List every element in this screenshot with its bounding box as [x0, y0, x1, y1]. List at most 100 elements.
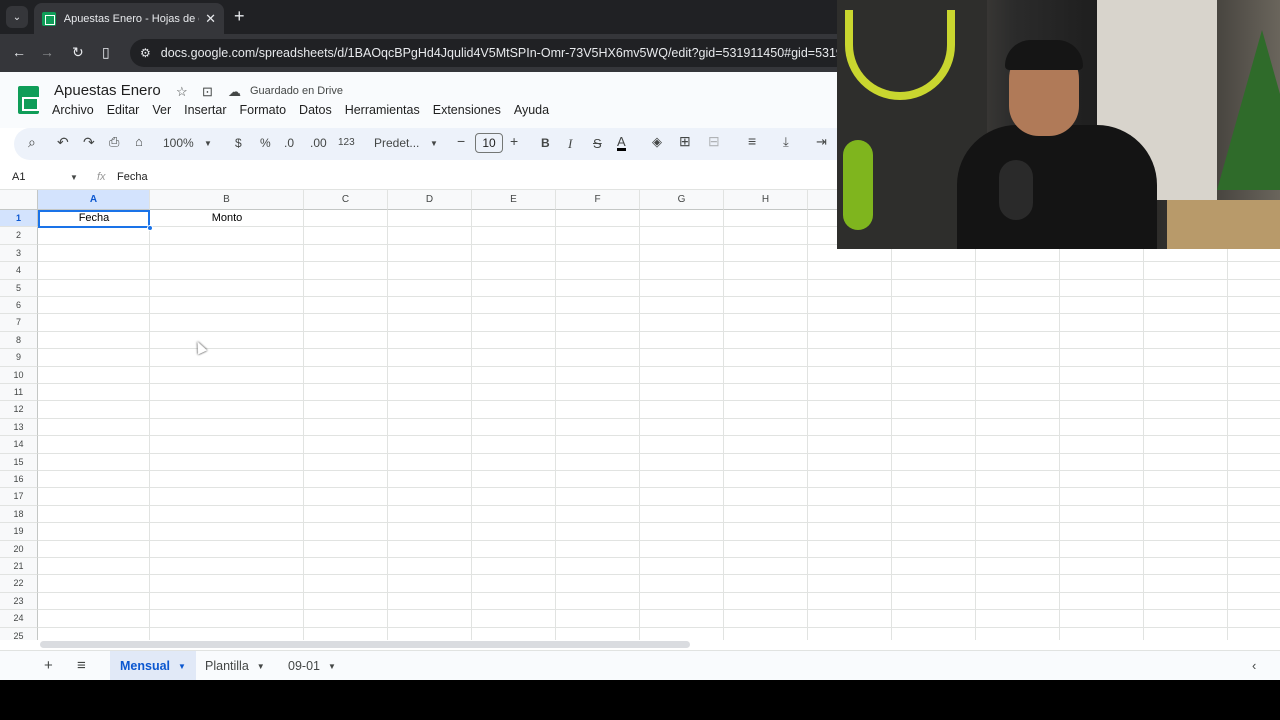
row-header-9[interactable]: 9 — [0, 349, 38, 367]
sheet-tab-mensual[interactable]: Mensual ▼ — [110, 651, 196, 681]
menu-formato[interactable]: Formato — [240, 103, 287, 117]
column-header-c[interactable]: C — [304, 190, 388, 210]
row-header-4[interactable]: 4 — [0, 262, 38, 280]
row-header-24[interactable]: 24 — [0, 610, 38, 628]
decrease-font-size-icon[interactable]: − — [457, 133, 465, 149]
tab-search-button[interactable]: ⌄ — [6, 6, 28, 28]
menu-datos[interactable]: Datos — [299, 103, 332, 117]
sheets-logo-icon[interactable] — [18, 86, 39, 114]
row-header-15[interactable]: 15 — [0, 453, 38, 471]
name-box-chevron-down-icon[interactable]: ▼ — [70, 173, 78, 182]
font-select[interactable]: Predet... — [374, 136, 419, 150]
row-header-18[interactable]: 18 — [0, 505, 38, 524]
address-bar[interactable]: ⚙ docs.google.com/spreadsheets/d/1BAOqcB… — [130, 39, 870, 67]
name-box[interactable]: A1 — [12, 171, 25, 183]
row-header-7[interactable]: 7 — [0, 314, 38, 332]
zoom-chevron-down-icon[interactable]: ▼ — [204, 139, 212, 148]
row-header-13[interactable]: 13 — [0, 418, 38, 437]
menu-archivo[interactable]: Archivo — [52, 103, 94, 117]
redo-icon[interactable]: ↷ — [83, 134, 95, 151]
row-header-6[interactable]: 6 — [0, 297, 38, 315]
browser-tab[interactable]: Apuestas Enero - Hojas de cálc ✕ — [34, 3, 224, 34]
row-header-5[interactable]: 5 — [0, 279, 38, 297]
select-all-corner[interactable] — [0, 190, 38, 210]
document-title[interactable]: Apuestas Enero — [54, 82, 161, 99]
column-header-b[interactable]: B — [150, 190, 304, 210]
chevron-down-icon[interactable]: ▼ — [178, 662, 186, 671]
column-header-e[interactable]: E — [472, 190, 556, 210]
move-folder-icon[interactable]: ⊡ — [202, 84, 213, 100]
row-header-16[interactable]: 16 — [0, 471, 38, 489]
formula-input[interactable]: Fecha — [117, 171, 148, 183]
text-color-icon[interactable]: A — [617, 135, 626, 151]
chevron-left-icon[interactable]: ‹ — [1252, 658, 1256, 673]
decrease-decimal-button[interactable]: .0 — [284, 136, 294, 150]
row-header-14[interactable]: 14 — [0, 436, 38, 454]
merge-cells-icon[interactable]: ⊟ — [708, 133, 720, 150]
search-icon[interactable]: ⌕ — [28, 134, 36, 151]
bold-button[interactable]: B — [541, 136, 550, 150]
row-header-19[interactable]: 19 — [0, 523, 38, 541]
row-header-2[interactable]: 2 — [0, 227, 38, 245]
row-header-20[interactable]: 20 — [0, 540, 38, 558]
font-size-input[interactable]: 10 — [475, 133, 503, 153]
column-header-a[interactable]: A — [38, 190, 150, 210]
row-header-10[interactable]: 10 — [0, 366, 38, 384]
number-format-button[interactable]: 123 — [338, 137, 355, 148]
fill-handle[interactable] — [147, 225, 153, 231]
font-chevron-down-icon[interactable]: ▼ — [430, 139, 438, 148]
split-view-icon[interactable]: ▯ — [102, 44, 110, 61]
row-header-21[interactable]: 21 — [0, 558, 38, 576]
print-icon[interactable]: ⎙ — [109, 134, 119, 150]
back-icon[interactable]: ← — [12, 44, 26, 60]
new-tab-button[interactable]: + — [234, 7, 245, 25]
menu-insertar[interactable]: Insertar — [184, 103, 226, 117]
column-header-f[interactable]: F — [556, 190, 640, 210]
strikethrough-icon[interactable]: S — [593, 136, 602, 151]
increase-decimal-button[interactable]: .00 — [310, 136, 327, 150]
row-header-1[interactable]: 1 — [0, 210, 38, 228]
fill-color-icon[interactable]: ◈ — [652, 134, 662, 150]
star-icon[interactable]: ☆ — [176, 84, 188, 100]
column-header-g[interactable]: G — [640, 190, 724, 210]
close-tab-icon[interactable]: ✕ — [205, 11, 216, 27]
row-header-12[interactable]: 12 — [0, 401, 38, 419]
chevron-down-icon[interactable]: ▼ — [257, 662, 265, 671]
menu-editar[interactable]: Editar — [107, 103, 140, 117]
currency-format-button[interactable]: $ — [235, 136, 242, 150]
reload-icon[interactable]: ↻ — [72, 44, 84, 61]
align-vertical-icon[interactable]: ⤓ — [783, 134, 789, 150]
row-header-23[interactable]: 23 — [0, 592, 38, 611]
zoom-select[interactable]: 100% — [163, 136, 194, 150]
row-header-3[interactable]: 3 — [0, 244, 38, 263]
cell-b1[interactable]: Monto — [150, 212, 304, 224]
row-header-22[interactable]: 22 — [0, 575, 38, 593]
horizontal-scrollbar[interactable] — [40, 641, 690, 648]
sheet-tab-09-01[interactable]: 09-01 ▼ — [278, 651, 346, 681]
borders-icon[interactable]: ⊞ — [679, 133, 691, 150]
undo-icon[interactable]: ↶ — [57, 134, 69, 151]
sheet-tab-plantilla[interactable]: Plantilla ▼ — [195, 651, 275, 681]
add-sheet-icon[interactable]: + — [44, 657, 53, 674]
menu-ayuda[interactable]: Ayuda — [514, 103, 549, 117]
italic-button[interactable]: I — [568, 136, 572, 152]
chevron-down-icon[interactable]: ▼ — [328, 662, 336, 671]
spreadsheet-grid[interactable]: ABCDEFGHIJKLMNO1234567891011121314151617… — [0, 190, 1280, 640]
text-wrap-icon[interactable]: ⇥ — [816, 134, 827, 150]
column-header-h[interactable]: H — [724, 190, 808, 210]
paint-format-icon[interactable]: ⌂ — [135, 134, 143, 149]
site-info-icon[interactable]: ⚙ — [140, 46, 151, 60]
menu-ver[interactable]: Ver — [152, 103, 171, 117]
all-sheets-icon[interactable]: ≡ — [77, 657, 86, 674]
menu-extensiones[interactable]: Extensiones — [433, 103, 501, 117]
forward-icon[interactable]: → — [40, 44, 54, 60]
align-horizontal-icon[interactable]: ≡ — [748, 133, 756, 149]
row-header-25[interactable]: 25 — [0, 627, 38, 640]
menu-herramientas[interactable]: Herramientas — [345, 103, 420, 117]
increase-font-size-icon[interactable]: + — [510, 133, 518, 149]
percent-format-button[interactable]: % — [260, 136, 271, 150]
column-header-d[interactable]: D — [388, 190, 472, 210]
row-header-17[interactable]: 17 — [0, 488, 38, 506]
row-header-8[interactable]: 8 — [0, 331, 38, 350]
row-header-11[interactable]: 11 — [0, 384, 38, 402]
